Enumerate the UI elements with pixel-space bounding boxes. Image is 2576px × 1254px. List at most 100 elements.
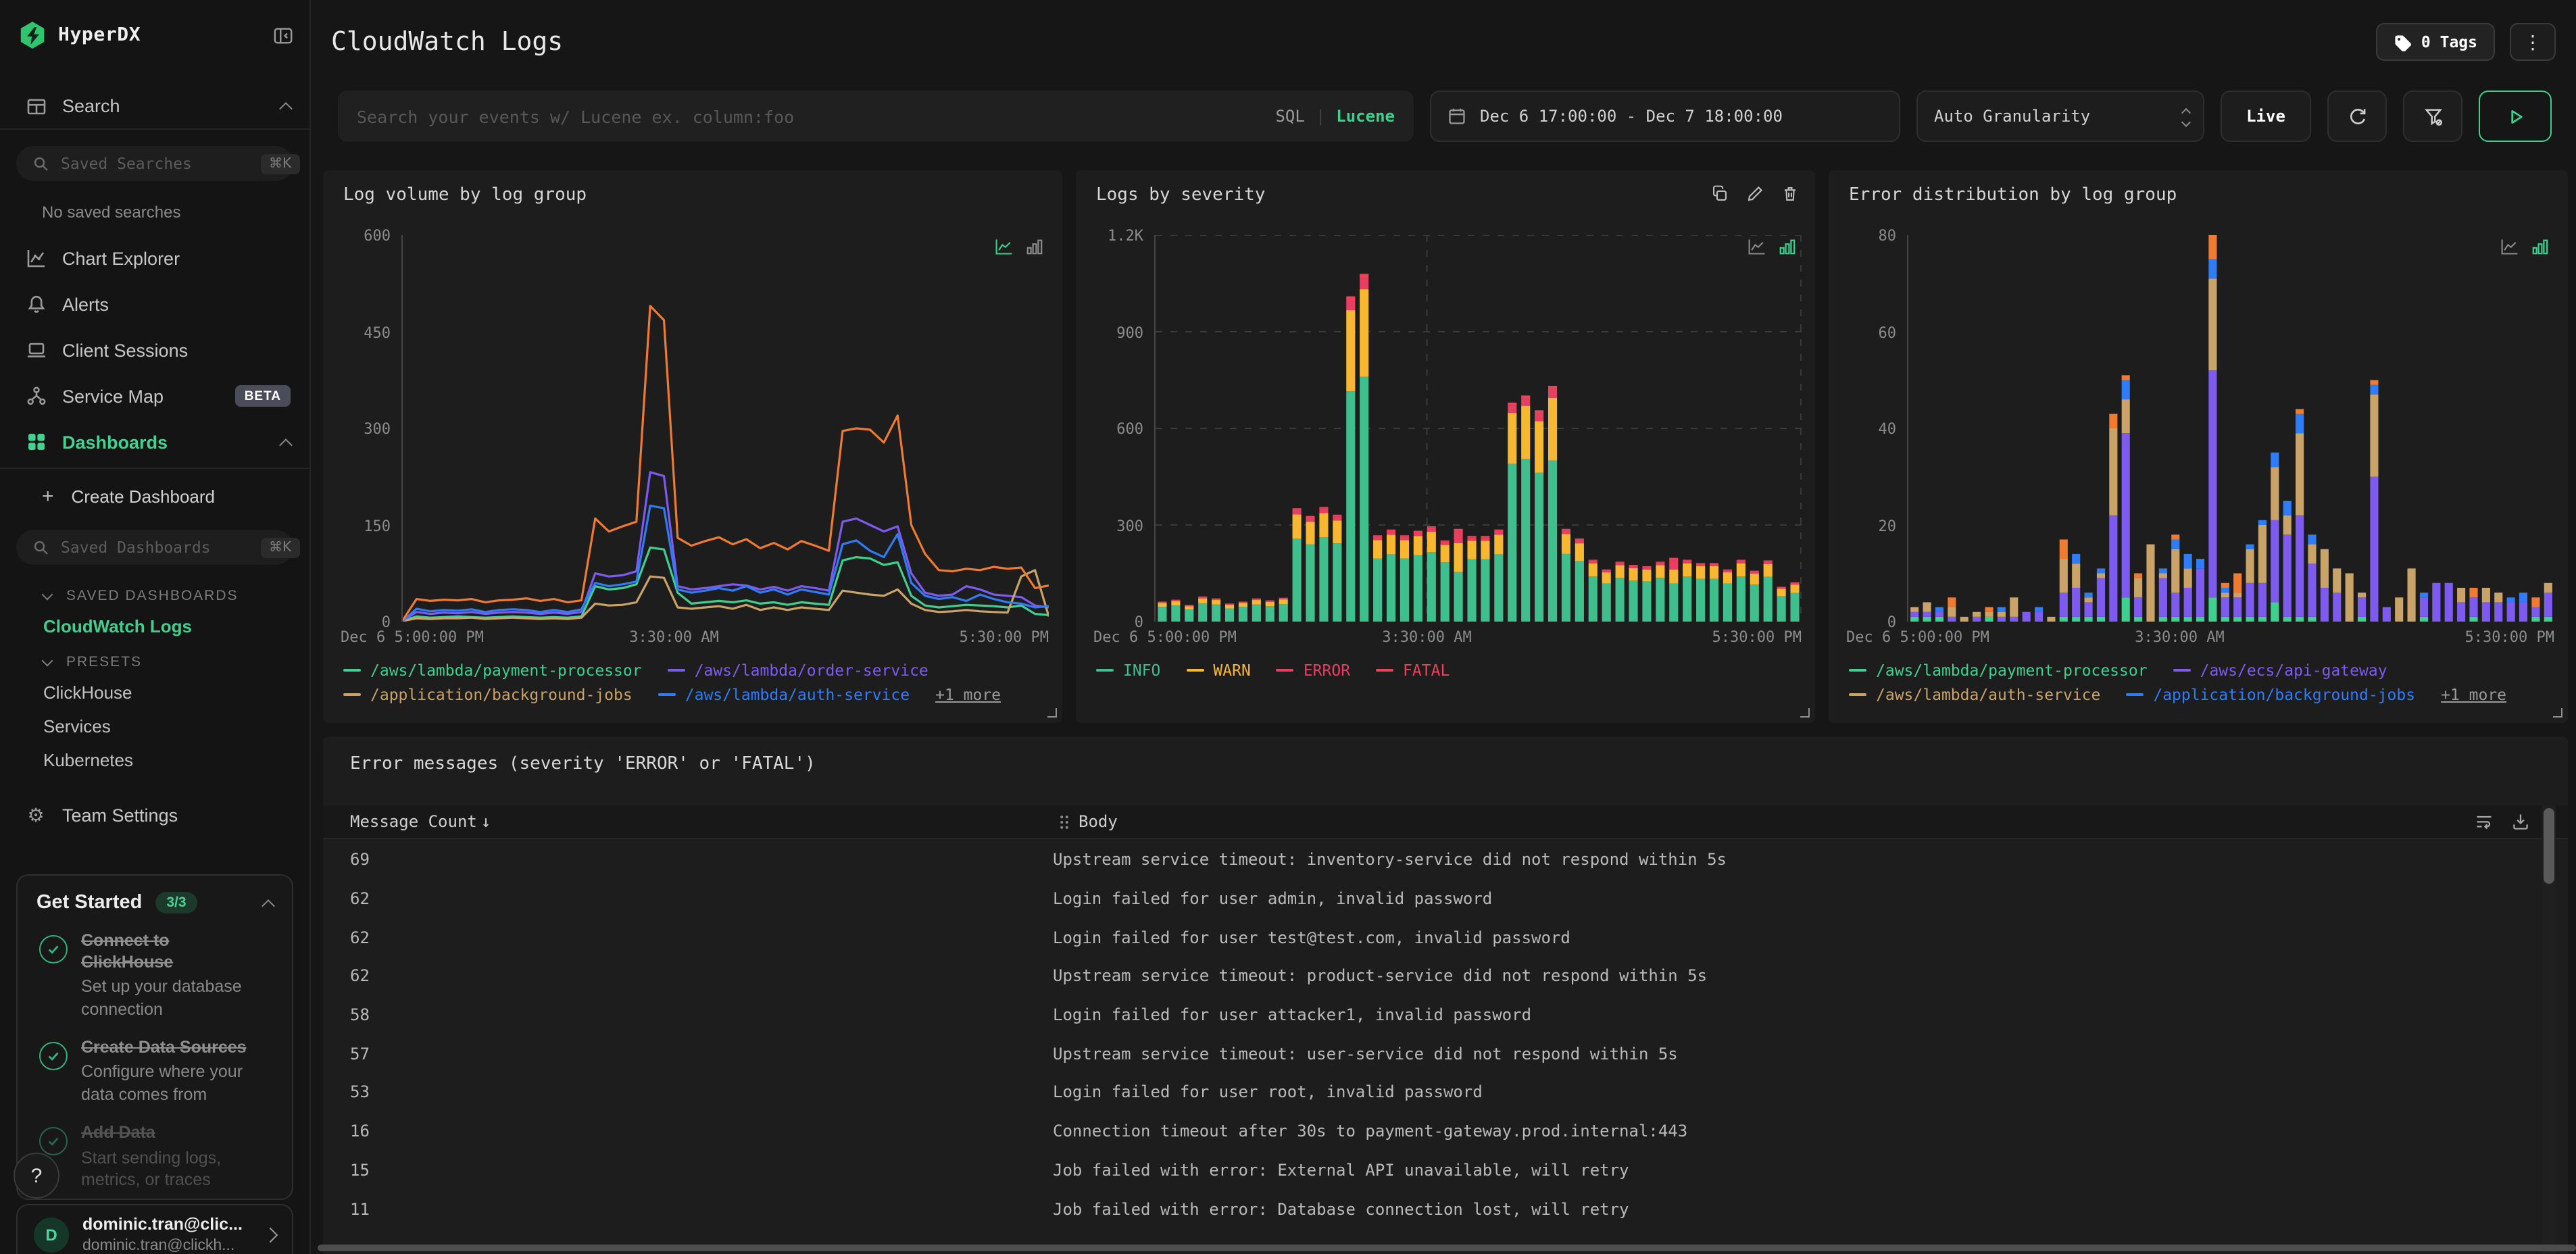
line-view-toggle-icon[interactable]: [1748, 238, 1766, 255]
bar-view-toggle-icon[interactable]: [2531, 238, 2549, 255]
download-icon[interactable]: [2511, 812, 2530, 831]
granularity-select[interactable]: Auto Granularity: [1916, 91, 2204, 142]
calendar-icon: [1447, 107, 1466, 126]
line-view-toggle-icon[interactable]: [995, 238, 1014, 255]
y-tick-label: 20: [1878, 517, 1897, 534]
column-body[interactable]: Body: [1079, 812, 1118, 831]
get-started-step[interactable]: Create Data Sources Configure where your…: [36, 1038, 273, 1105]
legend-more-link[interactable]: +1 more: [2441, 685, 2506, 704]
table-row[interactable]: 62 Upstream service timeout: product-serv…: [323, 957, 2541, 995]
horizontal-scrollbar[interactable]: [318, 1245, 2576, 1251]
cell-body: Login failed for user attacker1, invalid…: [1053, 1005, 1532, 1025]
cell-message-count: 16: [350, 1122, 370, 1141]
x-tick-label: 5:30:00 PM: [1712, 628, 1802, 646]
table-row[interactable]: 53 Login failed for user root, invalid pa…: [323, 1073, 2541, 1111]
table-row[interactable]: 62 Login failed for user admin, invalid p…: [323, 879, 2541, 918]
table-scrollbar[interactable]: [2542, 805, 2556, 1254]
legend-item[interactable]: ERROR: [1276, 661, 1350, 680]
column-message-count[interactable]: Message Count ↓: [350, 812, 491, 831]
date-range-value: Dec 6 17:00:00 - Dec 7 18:00:00: [1480, 107, 1783, 126]
sidebar-item-label: Client Sessions: [62, 340, 189, 360]
bar-view-toggle-icon[interactable]: [1026, 238, 1043, 255]
run-query-button[interactable]: [2479, 91, 2552, 142]
sidebar-item-service-map[interactable]: Service Map BETA: [0, 373, 309, 419]
table-row[interactable]: 11 Job failed with error: Database connec…: [323, 1189, 2541, 1228]
live-button[interactable]: Live: [2221, 91, 2311, 142]
table-row[interactable]: 15 Job failed with error: External API un…: [323, 1151, 2541, 1189]
table-row[interactable]: 62 Login failed for user test@test.com, i…: [323, 918, 2541, 957]
sidebar-collapse-icon[interactable]: [273, 25, 293, 45]
tag-icon: [2394, 33, 2412, 51]
granularity-value: Auto Granularity: [1934, 107, 2091, 126]
legend-item[interactable]: /application/background-jobs: [343, 685, 633, 704]
tags-button[interactable]: 0 Tags: [2376, 23, 2495, 61]
legend-swatch: [1849, 669, 1866, 672]
legend-item[interactable]: /aws/lambda/payment-processor: [343, 661, 642, 680]
legend-item[interactable]: INFO: [1096, 661, 1160, 680]
get-started-step[interactable]: Connect to ClickHouse Set up your databa…: [36, 931, 273, 1020]
x-tick-label: 5:30:00 PM: [959, 628, 1049, 646]
get-started-step[interactable]: Add Data Start sending logs, metrics, or…: [36, 1123, 273, 1190]
saved-dashboards-field[interactable]: [61, 538, 261, 557]
saved-searches-input[interactable]: ⌘K: [16, 146, 300, 181]
cell-message-count: 62: [350, 966, 370, 986]
delete-icon[interactable]: [1781, 185, 1799, 203]
create-dashboard-button[interactable]: + Create Dashboard: [0, 476, 309, 516]
table-row[interactable]: 16 Connection timeout after 30s to paymen…: [323, 1112, 2541, 1151]
preset-item-clickhouse[interactable]: ClickHouse: [0, 676, 309, 709]
sidebar-item-client-sessions[interactable]: Client Sessions: [0, 327, 309, 373]
hyperdx-logo-icon: [20, 22, 45, 49]
x-tick-label: 5:30:00 PM: [2464, 628, 2554, 646]
preset-item-services[interactable]: Services: [0, 709, 309, 743]
create-dashboard-label: Create Dashboard: [71, 486, 215, 506]
dashboard-item-cloudwatch-logs[interactable]: CloudWatch Logs: [0, 609, 309, 643]
sidebar-item-team-settings[interactable]: ⚙ Team Settings: [0, 792, 309, 838]
event-search-input[interactable]: [338, 106, 1414, 126]
legend-item[interactable]: /aws/lambda/auth-service: [1849, 685, 2100, 704]
event-search-box: SQL | Lucene: [338, 91, 1414, 142]
line-view-toggle-icon[interactable]: [2500, 238, 2519, 255]
wrap-text-icon[interactable]: [2475, 812, 2494, 831]
chevron-up-icon[interactable]: [262, 899, 275, 912]
help-button[interactable]: ?: [14, 1153, 59, 1199]
preset-item-kubernetes[interactable]: Kubernetes: [0, 743, 309, 777]
section-saved-dashboards[interactable]: SAVED DASHBOARDS: [0, 582, 309, 609]
saved-searches-field[interactable]: [61, 154, 261, 173]
table-row[interactable]: 57 Upstream service timeout: user-service…: [323, 1034, 2541, 1073]
saved-dashboards-input[interactable]: ⌘K: [16, 530, 300, 565]
duplicate-icon[interactable]: [1711, 185, 1729, 203]
table-row[interactable]: 69 Upstream service timeout: inventory-se…: [323, 841, 2541, 879]
filter-button[interactable]: [2403, 91, 2462, 142]
sidebar-item-chart-explorer[interactable]: Chart Explorer: [0, 235, 309, 281]
legend-swatch: [658, 693, 676, 696]
panel-title: Error distribution by log group: [1849, 185, 2177, 205]
legend-item[interactable]: /aws/lambda/auth-service: [658, 685, 910, 704]
panel-menu-button[interactable]: ⋮: [2510, 23, 2556, 61]
legend-more-link[interactable]: +1 more: [935, 685, 1001, 704]
sidebar-item-dashboards[interactable]: Dashboards: [0, 419, 309, 465]
scrollbar-thumb[interactable]: [2544, 808, 2554, 884]
legend-swatch: [1186, 669, 1204, 672]
drag-handle-icon[interactable]: [1060, 814, 1069, 829]
y-tick-label: 150: [364, 517, 391, 534]
y-tick-label: 300: [1116, 517, 1143, 534]
legend-item[interactable]: /aws/ecs/api-gateway: [2173, 661, 2387, 680]
refresh-button[interactable]: [2327, 91, 2387, 142]
legend-item[interactable]: /application/background-jobs: [2126, 685, 2415, 704]
edit-icon[interactable]: [1746, 185, 1764, 203]
legend-item[interactable]: WARN: [1186, 661, 1251, 680]
sql-mode-toggle[interactable]: SQL: [1275, 107, 1304, 126]
section-presets[interactable]: PRESETS: [0, 649, 309, 676]
bar-view-toggle-icon[interactable]: [1779, 238, 1796, 255]
date-range-picker[interactable]: Dec 6 17:00:00 - Dec 7 18:00:00: [1430, 91, 1900, 142]
sidebar-item-search[interactable]: Search: [0, 85, 309, 127]
user-card[interactable]: D dominic.tran@clic... dominic.tran@clic…: [16, 1204, 293, 1254]
sidebar-item-alerts[interactable]: Alerts: [0, 281, 309, 327]
table-header: Message Count ↓ Body: [323, 805, 2568, 839]
table-row[interactable]: 58 Login failed for user attacker1, inval…: [323, 996, 2541, 1034]
legend-item[interactable]: FATAL: [1376, 661, 1450, 680]
panel-title: Logs by severity: [1096, 185, 1266, 205]
legend-item[interactable]: /aws/lambda/payment-processor: [1849, 661, 2148, 680]
lucene-mode-toggle[interactable]: Lucene: [1336, 107, 1395, 126]
legend-item[interactable]: /aws/lambda/order-service: [667, 661, 928, 680]
